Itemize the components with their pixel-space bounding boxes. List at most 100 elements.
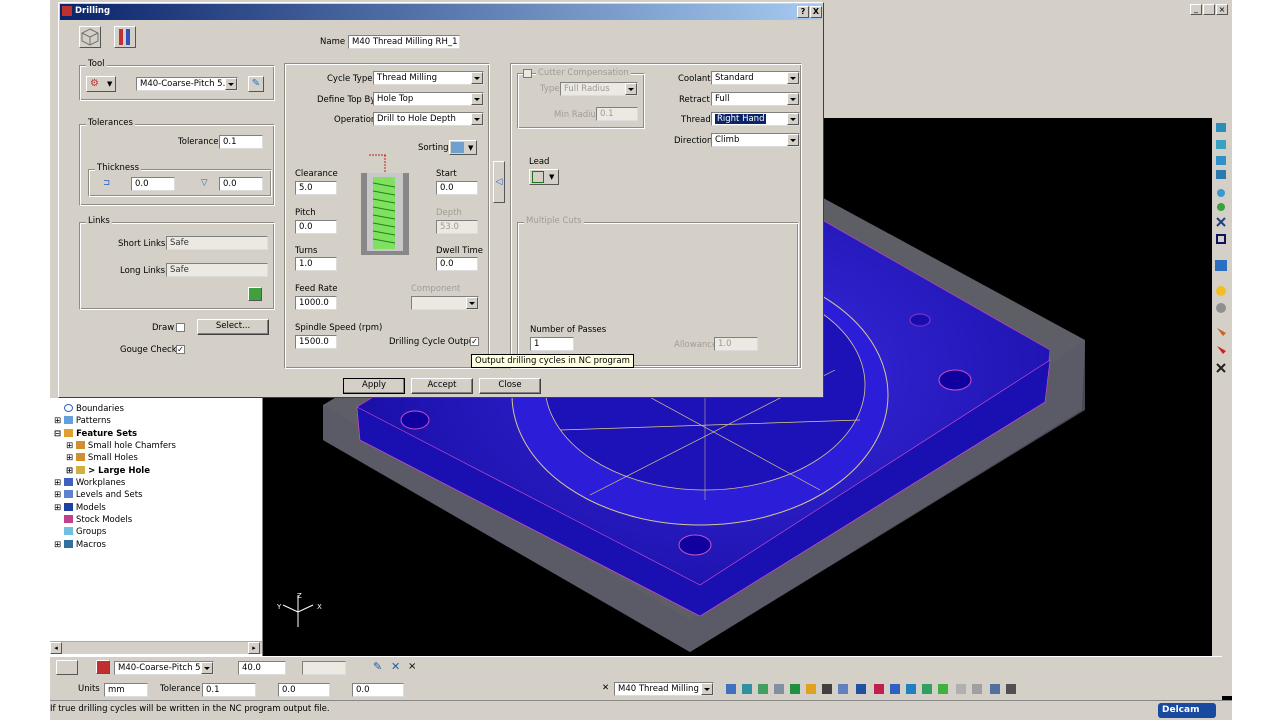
right-edge-strip: [1222, 656, 1232, 696]
tree-item-patterns[interactable]: ⊞ Patterns: [54, 416, 111, 427]
tree-item-large-hole[interactable]: ⊞ > Large Hole: [66, 466, 150, 477]
pencil-icon[interactable]: ✎: [373, 661, 382, 672]
drilling-cycle-output-checkbox[interactable]: ✓: [470, 337, 479, 346]
strategy-icon[interactable]: [79, 26, 101, 48]
turns-field[interactable]: 1.0: [295, 257, 337, 271]
min-radius-field[interactable]: 0.1: [596, 107, 638, 121]
bottom-diameter-field[interactable]: 40.0: [238, 661, 286, 675]
component-select[interactable]: [411, 296, 479, 310]
cutter-compensation-checkbox[interactable]: [523, 69, 532, 78]
tool-type-select[interactable]: ⚙ ▼: [86, 76, 116, 92]
drill-strategy-icon[interactable]: [114, 26, 136, 48]
coolant-select[interactable]: Standard: [711, 71, 800, 85]
tree-item-models[interactable]: ⊞ Models: [54, 503, 106, 514]
minimize-icon[interactable]: _: [1190, 4, 1202, 15]
close-button[interactable]: Close: [479, 378, 541, 394]
thickness-radial-field[interactable]: 0.0: [131, 177, 175, 191]
help-button[interactable]: ?: [797, 6, 809, 18]
tool-icon[interactable]: [56, 660, 78, 675]
apply-button[interactable]: Apply: [343, 378, 405, 394]
pitch-field[interactable]: 0.0: [295, 220, 337, 234]
depth-field[interactable]: 53.0: [436, 220, 478, 234]
start-field[interactable]: 0.0: [436, 181, 478, 195]
gouge-check-label: Gouge Check: [120, 345, 177, 355]
draw-label: Draw: [152, 323, 175, 333]
thread-mill-icon: [361, 154, 409, 255]
min-radius-label: Min Radius: [554, 110, 601, 120]
tree-item-macros[interactable]: ⊞ Macros: [54, 540, 106, 551]
spindle-speed-field[interactable]: 1500.0: [295, 335, 337, 349]
feed-rate-field[interactable]: 1000.0: [295, 296, 337, 310]
tree-item-stock-models[interactable]: Stock Models: [64, 515, 132, 526]
view-toolbar: [1212, 118, 1232, 656]
close-icon[interactable]: ×: [1216, 4, 1228, 15]
collapse-panel-icon[interactable]: ◁: [493, 161, 505, 203]
maximize-icon[interactable]: [1203, 4, 1215, 15]
tolerance-field[interactable]: 0.1: [219, 135, 263, 149]
cycle-type-select[interactable]: Thread Milling: [373, 71, 484, 85]
cutter-compensation-group: Cutter Compensation Type Full Radius Min…: [517, 68, 645, 129]
type-label: Type: [540, 84, 560, 94]
short-links-field[interactable]: Safe: [166, 236, 268, 250]
toolpath-select[interactable]: M40 Thread Milling RH_1: [614, 682, 714, 696]
thickness2-field-bottom[interactable]: 0.0: [352, 683, 404, 697]
thread-select[interactable]: Right Hand: [711, 112, 800, 126]
x-icon[interactable]: ✕: [391, 661, 400, 672]
allowance-field[interactable]: 1.0: [714, 337, 758, 351]
units-field[interactable]: mm: [104, 683, 148, 697]
select-button[interactable]: Select...: [197, 319, 269, 335]
close-small-icon[interactable]: ×: [408, 661, 416, 672]
drilling-dialog: Drilling ? X Name M40 Thread Milling RH_…: [58, 2, 824, 398]
tree-item-boundaries[interactable]: Boundaries: [64, 404, 124, 415]
tree-item-small-hole-chamfers[interactable]: ⊞ Small hole Chamfers: [66, 441, 176, 452]
cutter-compensation-label: Cutter Compensation: [536, 68, 631, 79]
dwell-time-label: Dwell Time: [436, 246, 483, 256]
scroll-left-icon[interactable]: ◂: [50, 642, 62, 654]
number-of-passes-field[interactable]: 1: [530, 337, 574, 351]
operation-select[interactable]: Drill to Hole Depth: [373, 112, 484, 126]
thickness1-field-bottom[interactable]: 0.0: [278, 683, 330, 697]
retract-label: Retract: [679, 95, 710, 105]
tolerance-field-bottom[interactable]: 0.1: [202, 683, 256, 697]
edit-tool-icon[interactable]: ✎: [248, 76, 264, 92]
tool-type-icon[interactable]: [96, 660, 110, 674]
status-bar: If true drilling cycles will be written …: [50, 700, 1232, 720]
retract-select[interactable]: Full: [711, 92, 800, 106]
accept-button[interactable]: Accept: [411, 378, 473, 394]
bottom-blank-field[interactable]: [302, 661, 346, 675]
tree-item-levels-and-sets[interactable]: ⊞ Levels and Sets: [54, 490, 142, 501]
long-links-field[interactable]: Safe: [166, 263, 268, 277]
scroll-right-icon[interactable]: ▸: [248, 642, 260, 654]
tool-select[interactable]: M40-Coarse-Pitch 5.0: [136, 77, 238, 91]
tree-item-workplanes[interactable]: ⊞ Workplanes: [54, 478, 125, 489]
direction-select[interactable]: Climb: [711, 133, 800, 147]
lead-select[interactable]: ▼: [529, 169, 559, 185]
bottom-tool-select[interactable]: M40-Coarse-Pitch 5.0: [114, 661, 214, 675]
define-top-select[interactable]: Hole Top: [373, 92, 484, 106]
sorting-select[interactable]: ▼: [449, 140, 477, 155]
left-toolbar-strip: [50, 18, 58, 398]
depth-label: Depth: [436, 208, 462, 218]
define-top-label: Define Top By: [317, 95, 376, 105]
tree-item-groups[interactable]: Groups: [64, 527, 106, 538]
tooltip: Output drilling cycles in NC program: [471, 354, 634, 368]
dialog-title-bar[interactable]: Drilling ? X: [60, 4, 822, 20]
type-select[interactable]: Full Radius: [560, 82, 638, 96]
view-toolbar-icons[interactable]: [1212, 118, 1232, 378]
dwell-time-field[interactable]: 0.0: [436, 257, 478, 271]
gouge-check-checkbox[interactable]: ✓: [176, 345, 185, 354]
tree-item-feature-sets[interactable]: ⊟ Feature Sets: [54, 429, 137, 440]
clearance-field[interactable]: 5.0: [295, 181, 337, 195]
tree-item-small-holes[interactable]: ⊞ Small Holes: [66, 453, 138, 464]
links-settings-icon[interactable]: [248, 287, 262, 301]
thickness-axial-field[interactable]: 0.0: [219, 177, 263, 191]
dialog-close-button[interactable]: X: [810, 6, 822, 18]
close-toolpath-icon[interactable]: ✕: [602, 683, 609, 694]
toolpath-toolbar-icons[interactable]: [724, 682, 1044, 696]
thread-label: Thread: [681, 115, 711, 125]
draw-checkbox[interactable]: [176, 323, 185, 332]
component-label: Component: [411, 284, 461, 294]
tree-scrollbar[interactable]: ◂ ▸: [50, 641, 262, 654]
name-field[interactable]: M40 Thread Milling RH_1: [348, 35, 460, 49]
explorer-panel: Boundaries ⊞ Patterns ⊟ Feature Sets ⊞ S…: [50, 398, 263, 656]
